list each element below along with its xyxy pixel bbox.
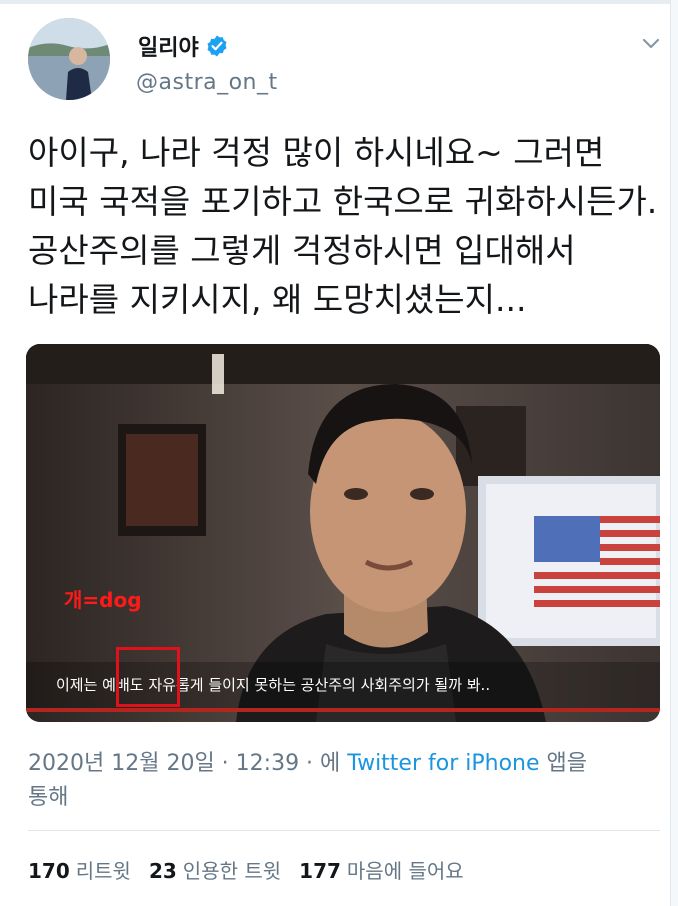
avatar-image bbox=[28, 18, 110, 100]
tweet-media[interactable]: 개=dog 이제는 예배도 자유롭게 들이지 못하는 공산주의 사회주의가 될까… bbox=[26, 344, 660, 722]
verified-badge-icon bbox=[207, 35, 227, 57]
subtitle-before: 이제는 bbox=[56, 676, 103, 694]
subtitle-after: 자유롭게 들이지 못하는 공산주의 사회주의가 될까 봐.. bbox=[143, 676, 491, 694]
retweet-label: 리트윗 bbox=[75, 859, 131, 883]
like-number: 177 bbox=[299, 859, 341, 883]
display-name[interactable]: 일리야 bbox=[138, 30, 199, 62]
tweet-text-line: 공산주의를 그렇게 걱정하시면 입대해서 bbox=[28, 231, 576, 270]
scrollbar[interactable] bbox=[670, 0, 678, 906]
retweet-count[interactable]: 170 리트윗 bbox=[28, 855, 131, 884]
overlay-annotation: 개=dog bbox=[64, 588, 142, 612]
tweet-source-suffix: 앱을 bbox=[539, 751, 588, 776]
tweet-text-line: 나라를 지키시지, 왜 도망치셨는지... bbox=[28, 280, 527, 319]
like-count[interactable]: 177 마음에 들어요 bbox=[299, 855, 464, 884]
quote-count[interactable]: 23 인용한 트윗 bbox=[149, 855, 281, 884]
display-name-row[interactable]: 일리야 bbox=[138, 30, 229, 62]
quote-label: 인용한 트윗 bbox=[182, 859, 282, 883]
tweet-date[interactable]: 2020년 12월 20일 · 12:39 · 에 bbox=[28, 751, 347, 776]
top-edge bbox=[0, 0, 678, 4]
highlight-box bbox=[116, 647, 180, 707]
video-progress-bar[interactable] bbox=[26, 708, 660, 712]
tweet-text-line: 아이구, 나라 걱정 많이 하시네요~ 그러면 bbox=[28, 133, 605, 172]
quote-number: 23 bbox=[148, 859, 177, 883]
tweet-stats: 170 리트윗 23 인용한 트윗 177 마음에 들어요 bbox=[28, 855, 482, 884]
divider bbox=[28, 830, 660, 831]
retweet-number: 170 bbox=[28, 859, 70, 883]
like-label: 마음에 들어요 bbox=[346, 859, 464, 883]
avatar[interactable] bbox=[28, 18, 110, 100]
tweet-source-link[interactable]: Twitter for iPhone bbox=[347, 751, 539, 776]
tweet-text: 아이구, 나라 걱정 많이 하시네요~ 그러면 미국 국적을 포기하고 한국으로… bbox=[28, 128, 658, 324]
user-handle[interactable]: @astra_on_t bbox=[136, 70, 278, 95]
tweet-metadata: 2020년 12월 20일 · 12:39 · 에 Twitter for iP… bbox=[28, 747, 648, 815]
chevron-down-icon[interactable] bbox=[638, 30, 664, 56]
tweet-text-line: 미국 국적을 포기하고 한국으로 귀화하시든가. bbox=[28, 182, 658, 221]
tweet-source-line2: 통해 bbox=[28, 785, 69, 810]
